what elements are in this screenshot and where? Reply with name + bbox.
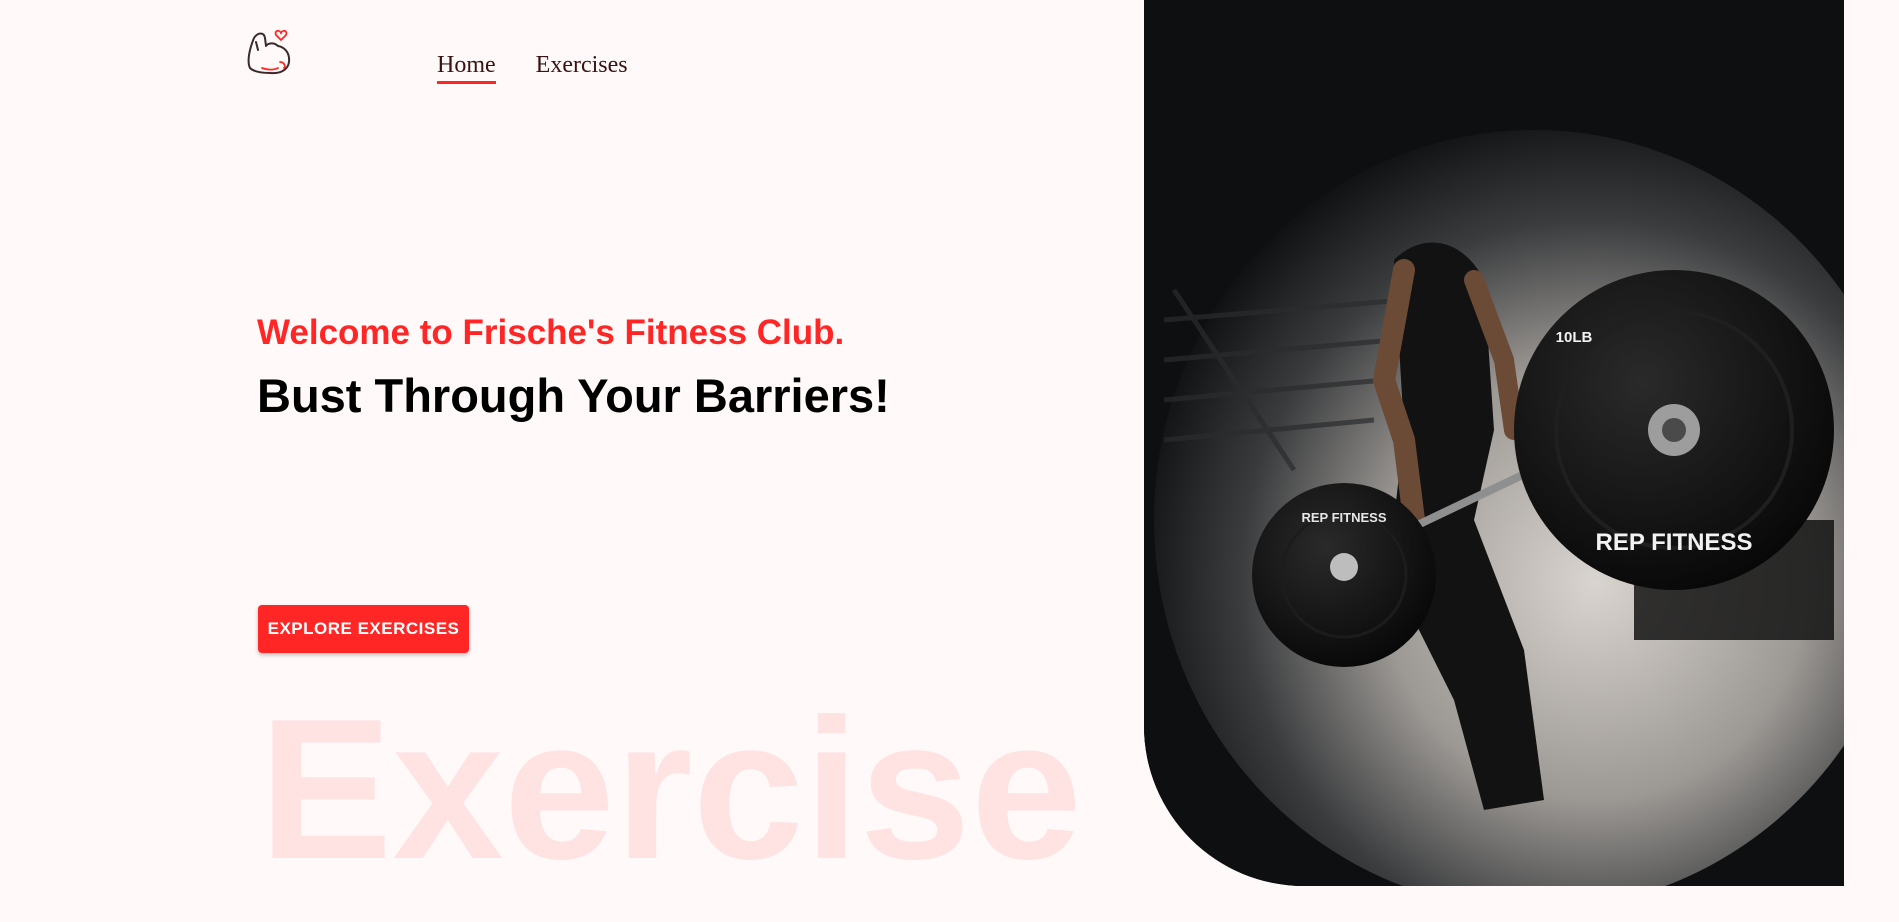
hero-title: Bust Through Your Barriers!: [257, 369, 890, 422]
nav-link-exercises[interactable]: Exercises: [536, 52, 628, 84]
flexed-arm-logo-icon[interactable]: [244, 28, 298, 82]
near-plate-brand-label: REP FITNESS: [1596, 529, 1753, 556]
explore-exercises-button[interactable]: EXPLORE EXERCISES: [258, 605, 469, 653]
nav-link-home[interactable]: Home: [437, 52, 496, 84]
far-plate-brand-label: REP FITNESS: [1301, 510, 1386, 525]
hero-subtitle: Welcome to Frische's Fitness Club.: [257, 313, 845, 352]
main-nav: Home Exercises: [437, 52, 628, 84]
hero-banner-image: REP FITNESS REP FITNESS 10LB: [1144, 0, 1844, 886]
hero-background-word: Exercise: [259, 678, 1082, 901]
plate-weight-label: 10LB: [1556, 329, 1593, 346]
